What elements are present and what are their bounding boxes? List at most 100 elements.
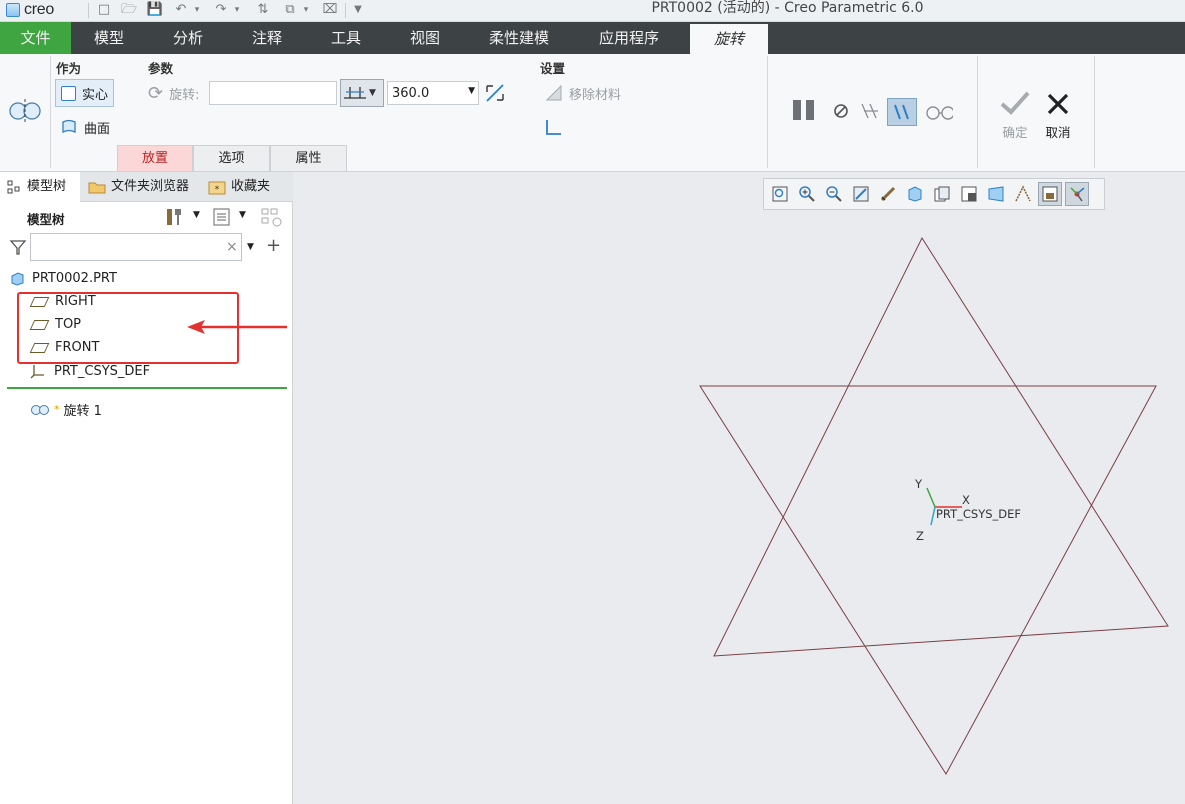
divider <box>1094 56 1095 168</box>
tab-annotate[interactable]: 注释 <box>229 22 305 54</box>
folder-icon <box>88 182 106 194</box>
title-bar: creo □ 🗁 💾 ↶ ▾ ↷ ▾ ⇅ ⧉ ▾ ⌧ ▼ PRT0002 (活动… <box>0 0 1185 22</box>
new-feature-marker: * <box>54 403 60 416</box>
subtab-options[interactable]: 选项 <box>193 145 270 171</box>
chevron-down-icon[interactable]: ▼ <box>239 210 246 220</box>
tree-filter-input[interactable] <box>30 233 242 261</box>
tab-model[interactable]: 模型 <box>71 22 147 54</box>
chevron-down-icon[interactable]: ▼ <box>468 86 475 96</box>
flip-direction-icon[interactable] <box>483 82 507 104</box>
tree-item-label: 旋转 1 <box>63 404 102 419</box>
pause-icon[interactable] <box>790 96 818 124</box>
no-preview-icon[interactable] <box>832 102 860 130</box>
tree-item-csys[interactable]: PRT_CSYS_DEF <box>30 363 150 379</box>
rotate-type-button[interactable]: ⟳ 旋转: <box>148 81 199 105</box>
angle-input[interactable]: 360.0 ▼ <box>387 81 479 105</box>
insert-indicator <box>7 387 287 389</box>
window-title: PRT0002 (活动的) - Creo Parametric 6.0 <box>651 0 924 16</box>
tab-revolve[interactable]: 旋转 <box>690 24 768 54</box>
params-group-title: 参数 <box>148 61 174 76</box>
verify-glasses-icon[interactable] <box>925 100 953 128</box>
tab-flexible-modeling[interactable]: 柔性建模 <box>474 22 564 54</box>
tab-model-tree-label: 模型树 <box>27 179 67 194</box>
remove-material-icon <box>545 84 562 101</box>
csys-triad: X Y Z PRT_CSYS_DEF <box>914 477 1021 543</box>
coordinate-system-icon <box>30 365 44 379</box>
navigator-tabs: 模型树 文件夹浏览器 * 收藏夹 <box>0 172 293 202</box>
settings-tools-icon[interactable] <box>164 206 186 228</box>
tree-root-label: PRT0002.PRT <box>32 271 117 286</box>
revolve-feature-icon <box>31 404 49 415</box>
ribbon-tab-bar: 文件 模型 分析 注释 工具 视图 柔性建模 应用程序 旋转 <box>0 22 1185 54</box>
revolve-ribbon: 作为 实心 曲面 参数 ⟳ 旋转: ▼ 360.0 ▼ 设置 移除材料 放置 选… <box>0 54 1185 172</box>
remove-material-button[interactable]: 移除材料 <box>545 82 621 104</box>
favorites-icon: * <box>208 181 226 195</box>
surface-label: 曲面 <box>84 121 111 137</box>
remove-material-label: 移除材料 <box>569 87 622 103</box>
tree-root[interactable]: PRT0002.PRT <box>10 271 117 286</box>
tab-folder-browser-label: 文件夹浏览器 <box>111 179 190 194</box>
y-axis-label: Y <box>914 477 923 491</box>
svg-text:*: * <box>215 185 220 195</box>
tab-favorites[interactable]: * 收藏夹 <box>202 172 292 202</box>
cancel-x-icon[interactable] <box>1046 92 1070 116</box>
solid-icon <box>61 85 76 101</box>
z-axis <box>930 506 936 526</box>
chevron-down-icon: ▼ <box>369 88 376 98</box>
feature-preview-icon <box>894 104 909 120</box>
tab-applications[interactable]: 应用程序 <box>584 22 674 54</box>
ok-button[interactable]: 确定 <box>996 122 1034 141</box>
subtab-placement[interactable]: 放置 <box>117 145 193 171</box>
surface-button[interactable]: 曲面 <box>60 116 110 138</box>
graphics-window[interactable]: X Y Z PRT_CSYS_DEF <box>294 172 1185 804</box>
navigator-panel: 模型树 文件夹浏览器 * 收藏夹 模型树 ▼ ▼ × ▼ + PRT0002.P… <box>0 172 293 804</box>
confirm-check-icon[interactable] <box>999 90 1031 116</box>
show-list-icon[interactable] <box>212 207 232 227</box>
csys-label: PRT_CSYS_DEF <box>936 507 1021 521</box>
tree-item-label: PRT_CSYS_DEF <box>54 363 151 379</box>
divider <box>767 56 768 168</box>
tab-view[interactable]: 视图 <box>387 22 463 54</box>
model-tree-icon <box>7 180 20 194</box>
tree-columns-icon[interactable] <box>260 206 284 228</box>
solid-button[interactable]: 实心 <box>55 79 115 107</box>
tab-analysis[interactable]: 分析 <box>150 22 226 54</box>
revolve-feature-icon <box>9 99 41 123</box>
geometry-preview-icon[interactable] <box>858 100 886 128</box>
solid-label: 实心 <box>82 87 109 103</box>
tab-tools[interactable]: 工具 <box>308 22 384 54</box>
z-axis-label: Z <box>916 529 924 543</box>
feature-preview-button[interactable] <box>887 98 917 126</box>
tree-item-revolve[interactable]: * 旋转 1 <box>30 400 102 419</box>
as-group-title: 作为 <box>56 61 82 76</box>
angle-type-button[interactable]: ▼ <box>340 79 384 107</box>
tab-model-tree[interactable]: 模型树 <box>0 172 80 202</box>
rotate-axis-icon: ⟳ <box>148 82 164 104</box>
rotate-label: 旋转: <box>169 87 200 103</box>
settings-group-title: 设置 <box>540 61 566 76</box>
x-axis-label: X <box>962 493 970 507</box>
angle-value: 360.0 <box>392 85 430 101</box>
add-filter-icon[interactable]: + <box>266 235 281 256</box>
filter-funnel-icon[interactable] <box>9 238 27 256</box>
model-tree-title: 模型树 <box>27 212 65 227</box>
divider <box>50 56 51 168</box>
subtab-properties[interactable]: 属性 <box>270 145 347 171</box>
tab-folder-browser[interactable]: 文件夹浏览器 <box>82 172 200 202</box>
surface-icon <box>62 119 76 134</box>
chevron-down-icon[interactable]: ▼ <box>247 242 254 252</box>
clear-filter-icon[interactable]: × <box>226 239 238 255</box>
axis-collector[interactable] <box>209 81 337 105</box>
tab-favorites-label: 收藏夹 <box>231 179 271 194</box>
divider <box>977 56 978 168</box>
y-axis <box>926 487 936 508</box>
variable-angle-icon <box>344 87 366 99</box>
datum-planes-view: X Y Z PRT_CSYS_DEF <box>699 236 1169 775</box>
datum-plane-outline <box>699 385 1157 775</box>
tab-file[interactable]: 文件 <box>0 22 71 54</box>
highlight-arrow <box>187 320 287 334</box>
cancel-button[interactable]: 取消 <box>1040 122 1076 141</box>
chevron-down-icon[interactable]: ▼ <box>193 210 200 220</box>
part-icon <box>11 271 24 286</box>
thicken-sketch-icon[interactable] <box>545 118 563 136</box>
